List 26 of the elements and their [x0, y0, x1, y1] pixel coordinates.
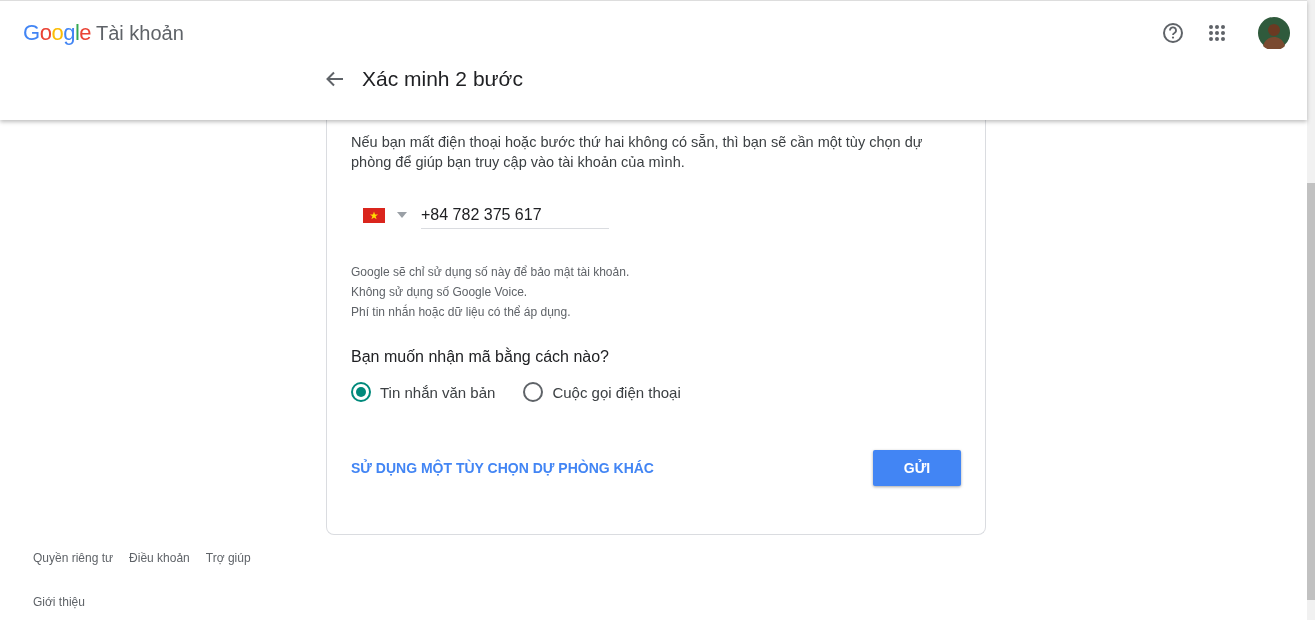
page-title: Xác minh 2 bước: [362, 67, 523, 91]
note-text: Google sẽ chỉ sử dụng số này để bảo mật tài khoản.: [351, 264, 631, 281]
google-logo[interactable]: Google: [23, 20, 91, 46]
flag-icon[interactable]: [363, 207, 385, 223]
radio-icon[interactable]: [351, 382, 371, 402]
other-option-link[interactable]: SỬ DỤNG MỘT TÙY CHỌN DỰ PHÒNG KHÁC: [351, 460, 654, 476]
phone-input-field[interactable]: +84 782 375 617: [421, 201, 609, 229]
radio-icon[interactable]: [523, 382, 544, 402]
back-arrow-icon[interactable]: [326, 71, 344, 87]
intro-text: Nếu bạn mất điện thoại hoặc bước thứ hai không có sẵn, thì bạn sẽ cần một tùy chọn dự phòng để giúp bạn truy cập vào tài khoản của mình.: [351, 133, 924, 172]
avatar-icon[interactable]: [1258, 17, 1290, 49]
send-button[interactable]: GỬI: [873, 450, 961, 486]
note-text: Không sử dụng số Google Voice.: [351, 284, 529, 301]
question-text: Bạn muốn nhận mã bằng cách nào?: [351, 348, 610, 366]
footer-link[interactable]: Giới thiệu: [33, 595, 1307, 609]
footer-link[interactable]: Điều khoản: [129, 551, 190, 565]
note-text: Phí tin nhắn hoặc dữ liệu có thể áp dụng.: [351, 303, 572, 321]
apps-grid-icon[interactable]: [1208, 24, 1226, 42]
footer-link[interactable]: Trợ giúp: [205, 551, 251, 565]
help-icon[interactable]: [1162, 22, 1184, 44]
radio-option[interactable]: Cuộc gọi điện thoại: [523, 382, 681, 402]
scrollbar-thumb[interactable]: [1307, 183, 1315, 600]
radio-option[interactable]: Tin nhắn văn bản: [351, 382, 496, 402]
caret-icon[interactable]: [397, 212, 407, 218]
product-name: Tài khoản: [96, 22, 184, 45]
footer-link[interactable]: Quyền riêng tư: [33, 551, 114, 565]
